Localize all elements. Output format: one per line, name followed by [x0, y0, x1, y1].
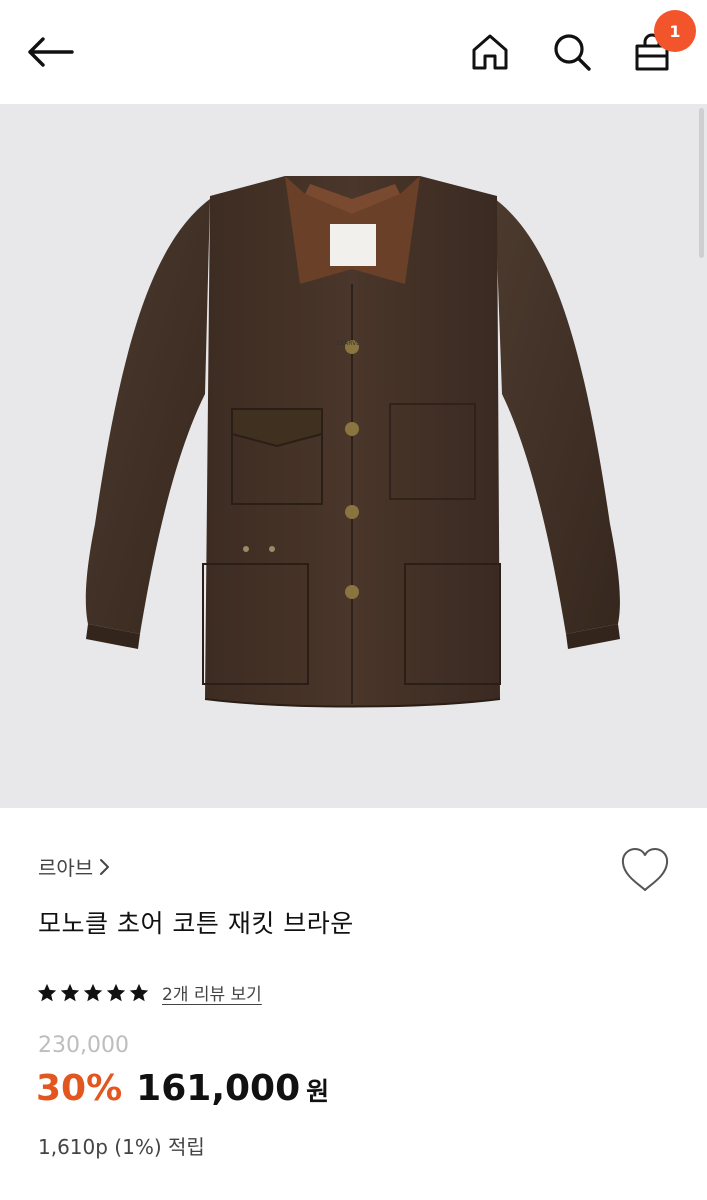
back-button[interactable] [22, 28, 78, 76]
brand-link[interactable]: 르아브 [38, 852, 111, 881]
sale-price-row: 30% 161,000 원 [36, 1068, 329, 1109]
product-image[interactable]: LEARVE [0, 104, 707, 808]
jacket-photo [85, 176, 620, 708]
home-icon [472, 34, 508, 70]
search-button[interactable] [546, 26, 598, 78]
star-icon [106, 983, 126, 1001]
home-button[interactable] [464, 26, 516, 78]
rating-row: 2개 리뷰 보기 [36, 980, 262, 1005]
heart-outline-icon [621, 848, 669, 891]
star-icon [83, 983, 103, 1001]
chevron-right-icon [100, 858, 110, 875]
star-icon [60, 983, 80, 1001]
star-icon [37, 983, 57, 1001]
arrow-left-icon [28, 37, 74, 67]
search-icon [554, 34, 591, 71]
review-link[interactable]: 2개 리뷰 보기 [162, 980, 262, 1005]
sale-price: 161,000 [136, 1068, 301, 1109]
star-icon [129, 983, 149, 1001]
brand-name: 르아브 [38, 856, 94, 880]
discount-rate: 30% [36, 1068, 123, 1109]
reward-points: 1,610p (1%) 적립 [38, 1135, 205, 1159]
rating-stars [36, 982, 150, 1004]
wishlist-button[interactable] [618, 846, 672, 896]
image-scrollbar[interactable] [699, 108, 704, 258]
currency-label: 원 [306, 1077, 330, 1106]
garment-label-text: LEARVE [337, 340, 360, 347]
top-bar: 1 [0, 0, 707, 104]
original-price: 230,000 [38, 1033, 129, 1058]
cart-count-badge: 1 [654, 10, 696, 52]
product-title: 모노클 초어 코튼 재킷 브라운 [38, 909, 354, 938]
